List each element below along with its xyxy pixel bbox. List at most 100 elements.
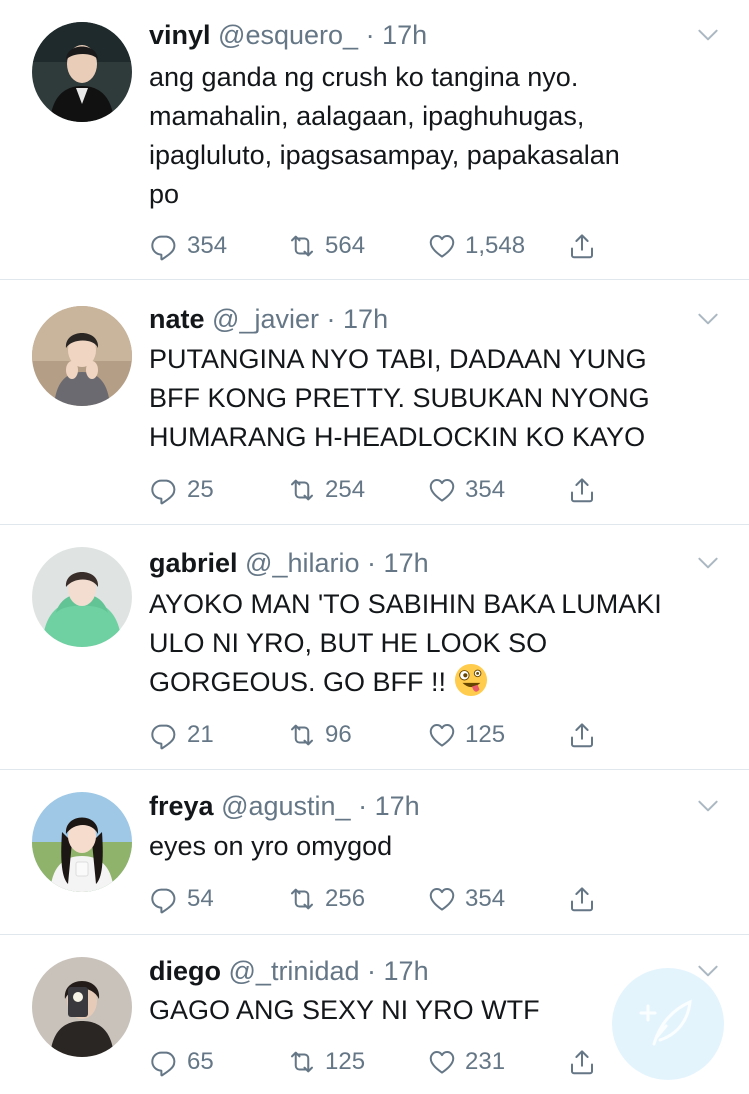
retweet-count: 96 [325,721,352,748]
separator: · [358,791,368,821]
retweet-button[interactable]: 254 [287,470,365,510]
heart-icon [427,884,457,914]
like-count: 354 [465,885,506,912]
timestamp[interactable]: 17h [382,20,427,50]
tweet-line: GORGEOUS. GO BFF !! [149,667,447,697]
tweet-actions: 21 96 125 [149,715,749,755]
share-button[interactable] [567,470,605,510]
reply-count: 54 [187,885,214,912]
retweet-button[interactable]: 125 [287,1042,365,1082]
display-name[interactable]: gabriel [149,548,238,578]
tweet-header: freya @agustin_ · 17h [149,789,689,823]
chevron-down-icon[interactable] [695,793,721,819]
user-handle[interactable]: @esquero_ [218,20,358,50]
compose-feather-icon [639,999,692,1046]
tweet-line: eyes on yro omygod [149,831,393,861]
tweet-text: AYOKO MAN 'TO SABIHIN BAKA LUMAKI ULO NI… [149,585,713,702]
display-name[interactable]: vinyl [149,20,211,50]
reply-button[interactable]: 65 [149,1042,214,1082]
reply-button[interactable]: 25 [149,470,214,510]
tweet-text: eyes on yro omygod [149,827,713,866]
reply-count: 65 [187,1048,214,1075]
like-button[interactable]: 231 [427,1042,505,1082]
avatar[interactable] [32,957,132,1057]
user-handle[interactable]: @_javier [212,304,319,334]
user-handle[interactable]: @agustin_ [221,791,351,821]
compose-button[interactable] [612,968,724,1080]
tweet-line: HUMARANG H-HEADLOCKIN KO KAYO [149,422,646,452]
separator: · [326,304,336,334]
avatar[interactable] [32,306,132,406]
tweet-header: diego @_trinidad · 17h [149,954,689,988]
tweet-line: AYOKO MAN 'TO SABIHIN BAKA LUMAKI [149,589,662,619]
timestamp[interactable]: 17h [384,956,429,986]
reply-button[interactable]: 54 [149,879,214,919]
reply-count: 25 [187,476,214,503]
heart-icon [427,231,457,261]
avatar[interactable] [32,792,132,892]
share-button[interactable] [567,715,605,755]
share-icon [567,475,597,505]
reply-button[interactable]: 21 [149,715,214,755]
tweet-line: BFF KONG PRETTY. SUBUKAN NYONG [149,383,650,413]
share-icon [567,720,597,750]
like-button[interactable]: 354 [427,879,505,919]
like-count: 125 [465,721,506,748]
like-button[interactable]: 125 [427,715,505,755]
share-button[interactable] [567,226,605,266]
reply-icon [149,475,179,505]
separator: · [367,956,377,986]
timestamp[interactable]: 17h [384,548,429,578]
tweet-text: PUTANGINA NYO TABI, DADAAN YUNG BFF KONG… [149,340,713,457]
retweet-button[interactable]: 564 [287,226,365,266]
heart-icon [427,475,457,505]
tweet-actions: 54 256 354 [149,879,749,919]
heart-icon [427,720,457,750]
user-handle[interactable]: @_hilario [245,548,359,578]
user-handle[interactable]: @_trinidad [229,956,360,986]
chevron-down-icon[interactable] [695,550,721,576]
display-name[interactable]: freya [149,791,214,821]
tweet-header: gabriel @_hilario · 17h [149,546,689,580]
tweet[interactable]: nate @_javier · 17h PUTANGINA NYO TABI, … [0,280,749,525]
zany-face-emoji [454,663,487,697]
like-count: 1,548 [465,232,526,259]
tweet-actions: 25 254 354 [149,470,749,510]
chevron-down-icon[interactable] [695,306,721,332]
reply-count: 354 [187,232,228,259]
like-count: 354 [465,476,506,503]
share-icon [567,884,597,914]
retweet-icon [287,884,317,914]
like-button[interactable]: 354 [427,470,505,510]
reply-icon [149,720,179,750]
retweet-count: 564 [325,232,366,259]
share-button[interactable] [567,1042,605,1082]
timestamp[interactable]: 17h [343,304,388,334]
retweet-count: 125 [325,1048,366,1075]
retweet-icon [287,475,317,505]
retweet-count: 254 [325,476,366,503]
tweet-line: ipagluluto, ipagsasampay, papakasalan [149,140,620,170]
reply-icon [149,1047,179,1077]
tweet-line: mamahalin, aalagaan, ipaghuhugas, [149,101,585,131]
retweet-button[interactable]: 96 [287,715,352,755]
reply-count: 21 [187,721,214,748]
like-button[interactable]: 1,548 [427,226,525,266]
avatar[interactable] [32,547,132,647]
reply-button[interactable]: 354 [149,226,227,266]
tweet[interactable]: gabriel @_hilario · 17h AYOKO MAN 'TO SA… [0,525,749,770]
avatar[interactable] [32,22,132,122]
separator: · [365,20,375,50]
share-button[interactable] [567,879,605,919]
tweet-text: ang ganda ng crush ko tangina nyo. mamah… [149,58,713,214]
display-name[interactable]: diego [149,956,221,986]
tweet[interactable]: freya @agustin_ · 17h eyes on yro omygod… [0,770,749,935]
retweet-button[interactable]: 256 [287,879,365,919]
retweet-count: 256 [325,885,366,912]
like-count: 231 [465,1048,506,1075]
tweet[interactable]: vinyl @esquero_ · 17h ang ganda ng crush… [0,0,749,280]
timestamp[interactable]: 17h [375,791,420,821]
tweet-line: ULO NI YRO, BUT HE LOOK SO [149,628,548,658]
chevron-down-icon[interactable] [695,22,721,48]
display-name[interactable]: nate [149,304,205,334]
